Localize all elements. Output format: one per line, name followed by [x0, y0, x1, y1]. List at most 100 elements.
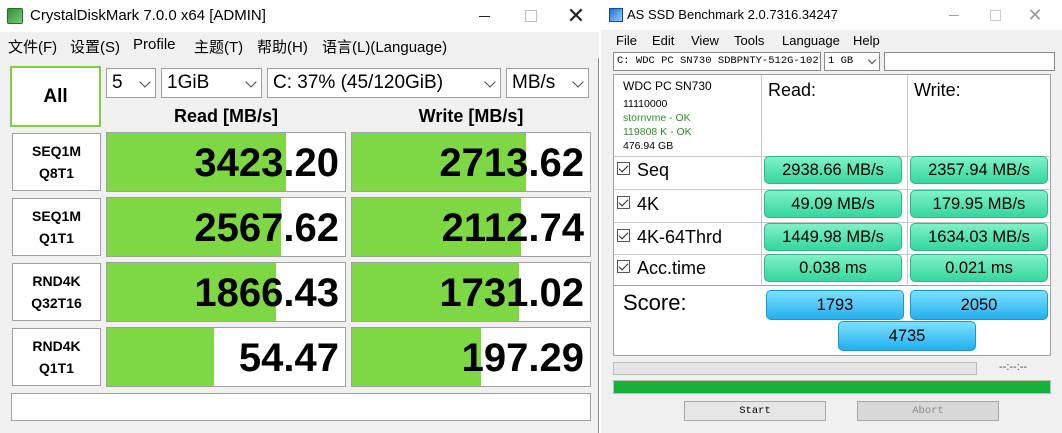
- driver-status: stornvme - OK: [623, 112, 691, 124]
- maximize-button[interactable]: [975, 0, 1015, 30]
- checkbox-checked-icon: [617, 162, 630, 175]
- column-divider: [761, 75, 762, 287]
- unit-select[interactable]: MB/s: [506, 68, 589, 98]
- overall-progress-bar: [613, 380, 1051, 394]
- test-count-select[interactable]: 5: [106, 68, 156, 98]
- test-toggle-4k[interactable]: 4K: [617, 194, 659, 215]
- asd-titlebar: AS SSD Benchmark 2.0.7316.34247 ✕: [601, 0, 1062, 30]
- crystaldiskmark-app-icon: [7, 8, 23, 24]
- checkbox-checked-icon: [617, 229, 630, 242]
- read-result-4k: 49.09 MB/s: [764, 190, 902, 218]
- test-count-value: 5: [112, 72, 123, 93]
- menu-language[interactable]: 语言(L)(Language): [322, 36, 447, 57]
- read-score: 1793: [766, 290, 904, 320]
- drive-capacity: 476.94 GB: [623, 140, 674, 152]
- drive-value: C: WDC PC SN730 SDBPNTY-512G-1027: [617, 55, 821, 67]
- write-score: 2050: [910, 290, 1048, 320]
- test-name: 4K: [637, 194, 660, 214]
- write-result-acc-time: 0.021 ms: [910, 254, 1048, 282]
- minimize-button[interactable]: [461, 0, 507, 32]
- test-toggle-4k-64thrd[interactable]: 4K-64Thrd: [617, 227, 722, 248]
- test-progress-bar: [613, 362, 977, 375]
- all-button[interactable]: All: [10, 66, 101, 127]
- test-label-line2: Q32T16: [31, 295, 82, 311]
- drive-model: WDC PC SN730: [623, 79, 712, 93]
- read-value: 3423.20: [194, 141, 339, 185]
- column-divider: [907, 75, 908, 287]
- drive-select[interactable]: C: WDC PC SN730 SDBPNTY-512G-1027: [613, 52, 821, 71]
- test-label-rnd4k-q1t1[interactable]: RND4K Q1T1: [12, 328, 101, 386]
- write-result-rnd4k-q32t16: 1731.02: [351, 262, 591, 322]
- as-ssd-window: AS SSD Benchmark 2.0.7316.34247 ✕ File E…: [601, 0, 1062, 433]
- test-label-line2: Q1T1: [38, 230, 74, 246]
- crystaldiskmark-window: CrystalDiskMark 7.0.0 x64 [ADMIN] ✕ 文件(F…: [0, 0, 599, 433]
- chevron-down-icon: [245, 76, 257, 88]
- drive-firmware: 11110000: [623, 98, 668, 110]
- asd-text-input[interactable]: [884, 52, 1055, 71]
- maximize-button[interactable]: [507, 0, 553, 32]
- write-value: 197.29: [461, 336, 584, 380]
- test-name: Seq: [637, 160, 670, 180]
- menu-help[interactable]: 帮助(H): [257, 36, 308, 57]
- read-value: 2567.62: [194, 206, 339, 250]
- menu-edit[interactable]: Edit: [652, 33, 674, 48]
- menu-settings[interactable]: 设置(S): [70, 36, 120, 57]
- write-value: 2112.74: [441, 206, 584, 250]
- write-result-4k: 179.95 MB/s: [910, 190, 1048, 218]
- test-size-select[interactable]: 1GiB: [161, 68, 262, 98]
- test-label-seq1m-q1t1[interactable]: SEQ1M Q1T1: [12, 198, 101, 256]
- menu-profile[interactable]: Profile: [133, 36, 176, 53]
- menu-language[interactable]: Language: [782, 33, 840, 48]
- test-size-value: 1GiB: [167, 72, 210, 93]
- write-column-header: Write [MB/s]: [418, 106, 524, 126]
- write-column-header: Write:: [914, 80, 961, 100]
- progress-fill: [614, 381, 1050, 393]
- minimize-button[interactable]: [935, 0, 975, 30]
- menu-theme[interactable]: 主题(T): [194, 36, 243, 57]
- test-label-line1: SEQ1M: [31, 208, 81, 224]
- write-result-seq: 2357.94 MB/s: [910, 156, 1048, 184]
- test-label-rnd4k-q32t16[interactable]: RND4K Q32T16: [12, 263, 101, 321]
- menu-view[interactable]: View: [691, 33, 719, 48]
- read-result-rnd4k-q1t1: 54.47: [106, 327, 346, 387]
- menu-help[interactable]: Help: [853, 33, 880, 48]
- total-score: 4735: [838, 321, 976, 351]
- menu-tools[interactable]: Tools: [734, 33, 764, 48]
- read-value: 54.47: [238, 336, 339, 380]
- close-button[interactable]: ✕: [1015, 0, 1055, 30]
- test-label-seq1m-q8t1[interactable]: SEQ1M Q8T1: [12, 133, 101, 191]
- read-column-header: Read:: [768, 80, 817, 100]
- read-result-acc-time: 0.038 ms: [764, 254, 902, 282]
- read-column-header: Read [MB/s]: [173, 106, 278, 126]
- test-toggle-seq[interactable]: Seq: [617, 160, 669, 181]
- test-toggle-acc-time[interactable]: Acc.time: [617, 258, 706, 279]
- read-result-seq1m-q1t1: 2567.62: [106, 197, 346, 257]
- checkbox-checked-icon: [617, 260, 630, 273]
- menu-file[interactable]: 文件(F): [8, 36, 57, 57]
- test-size-select[interactable]: 1 GB: [824, 52, 880, 71]
- drive-select[interactable]: C: 37% (45/120GiB): [267, 68, 501, 98]
- unit-value: MB/s: [512, 72, 556, 93]
- drive-value: C: 37% (45/120GiB): [273, 72, 444, 93]
- write-value: 2713.62: [439, 141, 584, 185]
- test-label-line2: Q1T1: [38, 360, 74, 376]
- test-label-line1: SEQ1M: [31, 143, 81, 159]
- read-bar: [107, 328, 215, 386]
- start-button[interactable]: Start: [684, 401, 826, 421]
- close-button[interactable]: ✕: [553, 0, 599, 32]
- score-label: Score:: [623, 290, 687, 315]
- chevron-down-icon: [867, 55, 877, 65]
- read-value: 1866.43: [194, 271, 339, 315]
- alignment-status: 119808 K - OK: [623, 126, 692, 138]
- comment-field[interactable]: [11, 393, 591, 421]
- write-result-4k-64thrd: 1634.03 MB/s: [910, 223, 1048, 251]
- read-result-seq: 2938.66 MB/s: [764, 156, 902, 184]
- menu-file[interactable]: File: [616, 33, 637, 48]
- test-label-line2: Q8T1: [38, 165, 74, 181]
- cdm-menubar: 文件(F) 设置(S) Profile 主题(T) 帮助(H) 语言(L)(La…: [0, 32, 599, 58]
- asd-window-title: AS SSD Benchmark 2.0.7316.34247: [627, 7, 839, 22]
- abort-button[interactable]: Abort: [857, 401, 999, 421]
- write-result-seq1m-q8t1: 2713.62: [351, 132, 591, 192]
- cdm-titlebar: CrystalDiskMark 7.0.0 x64 [ADMIN] ✕: [0, 0, 599, 32]
- cdm-window-title: CrystalDiskMark 7.0.0 x64 [ADMIN]: [30, 7, 266, 24]
